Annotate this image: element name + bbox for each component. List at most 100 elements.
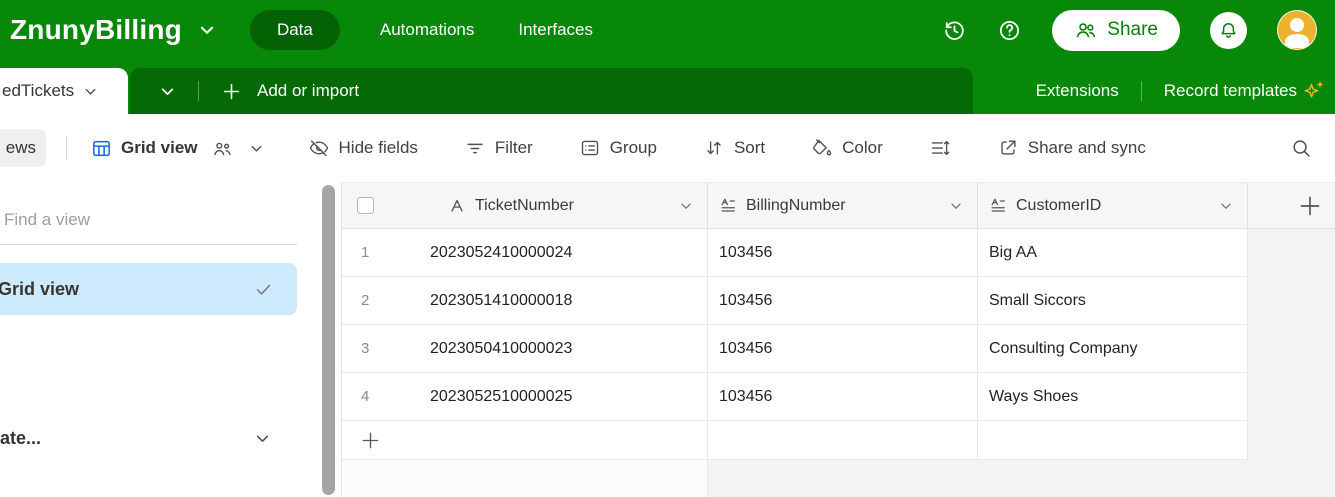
view-toolbar: ews Grid view Hide fields Filter <box>0 114 1335 182</box>
group-label: Group <box>610 138 657 158</box>
cell-ticketnumber[interactable]: 1 2023052410000024 <box>342 229 708 276</box>
chevron-down-icon[interactable] <box>949 199 963 213</box>
row-height-icon <box>929 137 951 159</box>
chevron-down-icon <box>254 430 271 447</box>
column-label: CustomerID <box>1016 197 1101 215</box>
divider <box>1141 81 1142 101</box>
select-all-checkbox[interactable] <box>357 197 374 214</box>
app-header: ZnunyBilling Data Automations Interfaces… <box>0 0 1335 60</box>
checkmark-icon <box>254 280 273 299</box>
chevron-down-icon[interactable] <box>198 21 216 39</box>
search-icon[interactable] <box>1290 137 1313 160</box>
row-number: 1 <box>342 244 430 261</box>
chevron-down-icon[interactable] <box>1219 199 1233 213</box>
share-button-label: Share <box>1107 19 1158 41</box>
table-row: 4 2023052510000025 103456 Ways Shoes <box>342 373 1248 421</box>
table-tab-label: edTickets <box>2 81 74 101</box>
row-number: 2 <box>342 292 430 309</box>
record-templates-button[interactable]: Record templates <box>1164 81 1297 101</box>
cell-ticketnumber[interactable]: 4 2023052510000025 <box>342 373 708 420</box>
cell-customerid[interactable]: Consulting Company <box>978 325 1248 372</box>
current-view-name: Grid view <box>121 138 198 158</box>
help-icon[interactable] <box>997 18 1022 43</box>
share-button[interactable]: Share <box>1052 10 1180 51</box>
add-row[interactable] <box>342 421 1248 460</box>
sort-icon <box>703 137 725 159</box>
row-height-button[interactable] <box>929 137 951 159</box>
row-number: 4 <box>342 388 430 405</box>
filter-label: Filter <box>495 138 533 158</box>
column-header-customerid[interactable]: CustomerID <box>978 183 1248 228</box>
cell-ticketnumber[interactable]: 2 2023051410000018 <box>342 277 708 324</box>
sparkle-icon <box>1301 79 1325 103</box>
main-area: Grid view ate... TicketNumber <box>0 182 1335 497</box>
header-actions: Share <box>942 10 1317 51</box>
row-number: 3 <box>342 340 430 357</box>
chevron-down-icon[interactable] <box>249 141 264 156</box>
column-header-ticketnumber[interactable]: TicketNumber <box>342 183 708 228</box>
app-title[interactable]: ZnunyBilling <box>10 14 182 46</box>
find-view-input[interactable] <box>4 210 284 230</box>
data-grid: TicketNumber BillingNumber CustomerID <box>341 182 1335 497</box>
create-label: ate... <box>0 428 41 449</box>
chevron-down-icon[interactable] <box>83 84 98 99</box>
group-button[interactable]: Group <box>579 137 657 159</box>
grid-header-row: TicketNumber BillingNumber CustomerID <box>342 182 1335 229</box>
avatar-icon <box>1290 18 1304 32</box>
cell-ticketnumber[interactable]: 3 2023050410000023 <box>342 325 708 372</box>
share-people-icon <box>1074 18 1098 42</box>
add-or-import-button[interactable]: Add or import <box>257 81 359 101</box>
avatar[interactable] <box>1277 10 1317 50</box>
single-line-text-icon <box>448 197 466 215</box>
filter-icon <box>464 137 486 159</box>
filter-button[interactable]: Filter <box>464 137 533 159</box>
hide-fields-button[interactable]: Hide fields <box>308 137 418 159</box>
long-text-icon <box>989 197 1007 215</box>
long-text-icon <box>719 197 737 215</box>
create-section-toggle[interactable]: ate... <box>0 428 297 449</box>
notifications-button[interactable] <box>1210 12 1247 49</box>
extensions-button[interactable]: Extensions <box>1036 81 1119 101</box>
expand-tables-chevron-icon[interactable] <box>159 83 176 100</box>
column-header-billingnumber[interactable]: BillingNumber <box>708 183 978 228</box>
history-icon[interactable] <box>942 18 967 43</box>
color-label: Color <box>842 138 883 158</box>
hide-fields-label: Hide fields <box>339 138 418 158</box>
nav-tab-interfaces[interactable]: Interfaces <box>514 10 597 50</box>
share-and-sync-button[interactable]: Share and sync <box>997 137 1146 159</box>
sidebar-item-grid-view[interactable]: Grid view <box>0 263 297 315</box>
color-button[interactable]: Color <box>811 137 883 159</box>
cell-customerid[interactable]: Small Siccors <box>978 277 1248 324</box>
cell-billingnumber[interactable]: 103456 <box>708 277 978 324</box>
cell-billingnumber[interactable]: 103456 <box>708 373 978 420</box>
table-tab-active[interactable]: edTickets <box>0 68 128 114</box>
primary-nav: Data Automations Interfaces <box>250 10 597 50</box>
group-icon <box>579 137 601 159</box>
share-and-sync-label: Share and sync <box>1028 138 1146 158</box>
plus-icon <box>359 429 382 452</box>
cell-billingnumber[interactable]: 103456 <box>708 229 978 276</box>
column-label: BillingNumber <box>746 197 846 215</box>
cell-customerid[interactable]: Ways Shoes <box>978 373 1248 420</box>
plus-icon[interactable] <box>221 81 242 102</box>
nav-tab-data[interactable]: Data <box>250 10 340 50</box>
sidebar-view-label: Grid view <box>0 279 79 300</box>
frozen-column-filler <box>342 460 708 497</box>
table-row: 1 2023052410000024 103456 Big AA <box>342 229 1248 277</box>
sort-button[interactable]: Sort <box>703 137 765 159</box>
cell-billingnumber[interactable]: 103456 <box>708 325 978 372</box>
nav-tab-automations[interactable]: Automations <box>376 10 479 50</box>
table-row: 2 2023051410000018 103456 Small Siccors <box>342 277 1248 325</box>
sidebar-scrollbar[interactable] <box>322 185 335 495</box>
current-view-switcher[interactable]: Grid view <box>91 138 264 159</box>
sort-label: Sort <box>734 138 765 158</box>
views-sidebar: Grid view ate... <box>0 182 341 497</box>
views-button[interactable]: ews <box>0 129 46 167</box>
cell-customerid[interactable]: Big AA <box>978 229 1248 276</box>
add-column-button[interactable] <box>1248 183 1335 228</box>
chevron-down-icon[interactable] <box>679 199 693 213</box>
bell-icon <box>1218 20 1239 41</box>
hide-fields-icon <box>308 137 330 159</box>
table-row: 3 2023050410000023 103456 Consulting Com… <box>342 325 1248 373</box>
column-label: TicketNumber <box>475 197 574 215</box>
